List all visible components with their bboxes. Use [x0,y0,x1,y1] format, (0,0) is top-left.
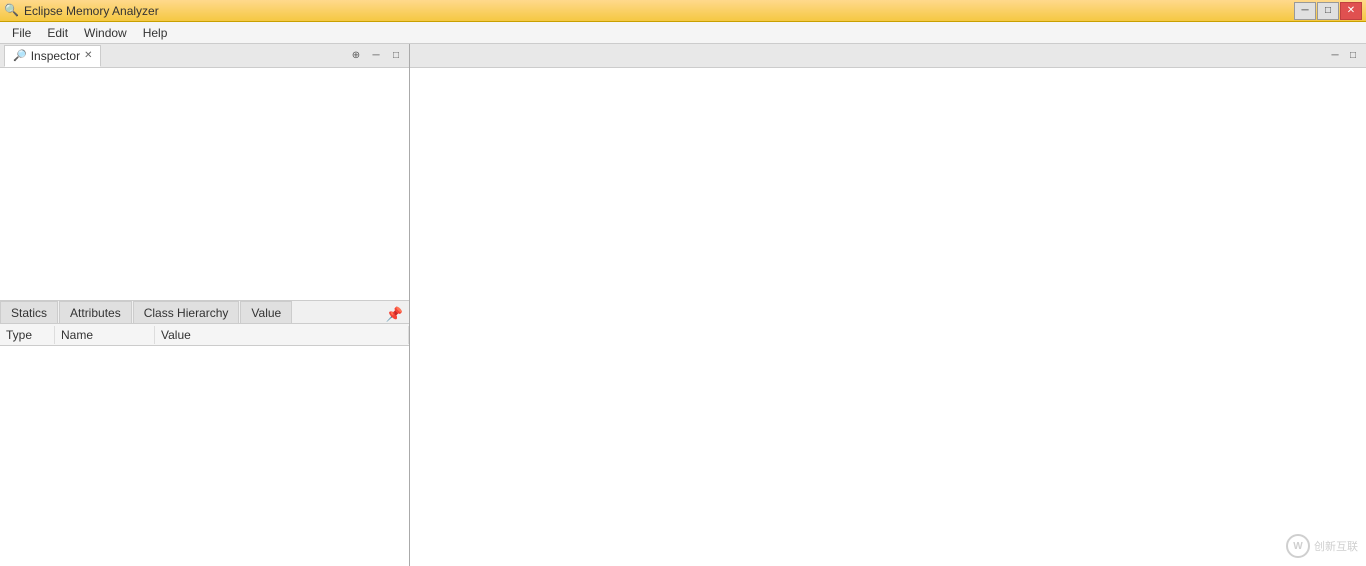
right-panel-content [410,68,1366,566]
title-bar-controls: ─ □ ✕ [1294,2,1362,20]
bottom-tabs: Statics Attributes Class Hierarchy Value… [0,300,409,566]
right-panel-maximize-icon[interactable]: □ [1344,48,1362,64]
right-panel: ─ □ W 创新互联 [410,44,1366,566]
tab-attributes-label: Attributes [70,306,121,320]
close-button[interactable]: ✕ [1340,2,1362,20]
menu-edit[interactable]: Edit [39,24,76,42]
tab-statics-label: Statics [11,306,47,320]
main-area: 🔎 Inspector ✕ ⊕ ─ □ Statics Attributes [0,44,1366,566]
tab-statics[interactable]: Statics [0,301,58,323]
col-name-header: Name [55,326,155,344]
inspector-icon: 🔎 [13,49,27,62]
tab-value-label: Value [251,306,281,320]
right-panel-header: ─ □ [410,44,1366,68]
tab-row: Statics Attributes Class Hierarchy Value… [0,301,409,324]
table-body [0,346,409,566]
inspector-tab-header: 🔎 Inspector ✕ ⊕ ─ □ [0,44,409,68]
table-area: Type Name Value [0,324,409,566]
inspector-tab[interactable]: 🔎 Inspector ✕ [4,45,101,67]
watermark-symbol: W [1293,541,1302,552]
restore-button[interactable]: □ [1317,2,1339,20]
inspector-content [0,68,409,300]
inspector-minimize-icon[interactable]: ─ [367,48,385,64]
tab-value[interactable]: Value [240,301,292,323]
watermark: W 创新互联 [1286,534,1358,558]
table-header: Type Name Value [0,324,409,346]
tab-pin-icon[interactable]: 📌 [386,306,409,323]
right-panel-minimize-icon[interactable]: ─ [1326,48,1344,64]
menu-window[interactable]: Window [76,24,135,42]
menu-file[interactable]: File [4,24,39,42]
app-icon: 🔍 [4,3,20,19]
col-type-header: Type [0,326,55,344]
inspector-close-icon[interactable]: ✕ [84,50,92,61]
minimize-button[interactable]: ─ [1294,2,1316,20]
inspector-pin-icon[interactable]: ⊕ [347,48,365,64]
inspector-maximize-icon[interactable]: □ [387,48,405,64]
inspector-tab-label: Inspector [31,49,80,63]
tab-class-hierarchy-label: Class Hierarchy [144,306,229,320]
menu-bar: File Edit Window Help [0,22,1366,44]
watermark-text: 创新互联 [1314,538,1358,554]
watermark-circle: W [1286,534,1310,558]
title-bar: 🔍 Eclipse Memory Analyzer ─ □ ✕ [0,0,1366,22]
title-bar-left: 🔍 Eclipse Memory Analyzer [4,3,159,19]
tab-class-hierarchy[interactable]: Class Hierarchy [133,301,240,323]
left-panel: 🔎 Inspector ✕ ⊕ ─ □ Statics Attributes [0,44,410,566]
inspector-header-controls: ⊕ ─ □ [347,48,405,64]
menu-help[interactable]: Help [135,24,176,42]
window-title: Eclipse Memory Analyzer [24,4,159,18]
col-value-header: Value [155,326,409,344]
tab-attributes[interactable]: Attributes [59,301,132,323]
